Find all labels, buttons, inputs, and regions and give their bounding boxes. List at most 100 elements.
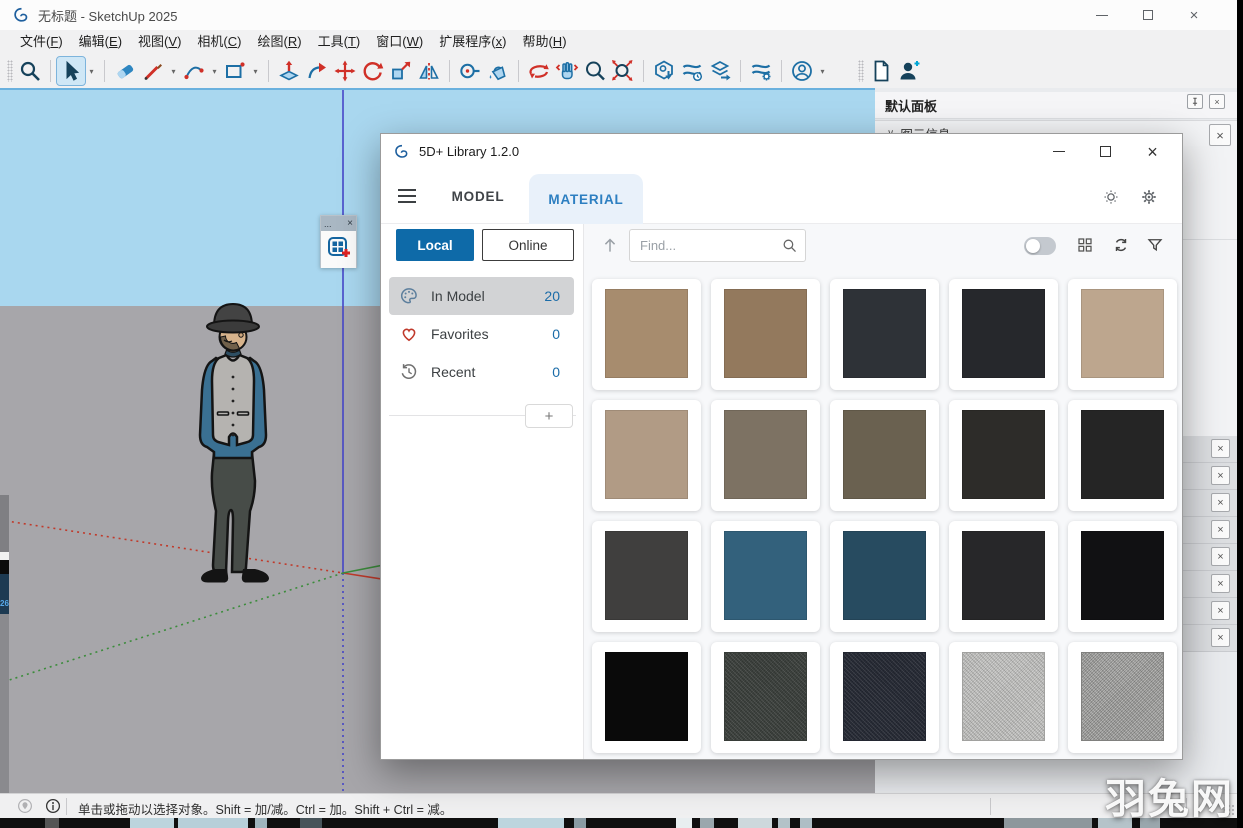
grid-view-icon[interactable]	[1076, 236, 1094, 254]
scale-tool-button[interactable]	[387, 57, 415, 85]
material-swatch-card[interactable]	[1068, 279, 1177, 390]
toolbar-grip[interactable]	[7, 60, 13, 82]
account-tool-button[interactable]	[788, 57, 816, 85]
arc-tool-button[interactable]	[180, 57, 208, 85]
filter-icon[interactable]	[1146, 236, 1164, 254]
mini-toolbar-close-icon[interactable]: ×	[347, 219, 353, 229]
new-document-tool-button[interactable]	[867, 57, 895, 85]
panel-close-button[interactable]: ×	[1211, 439, 1230, 458]
layers-share-tool-button[interactable]	[706, 57, 734, 85]
toolbar-grip[interactable]	[858, 60, 864, 82]
zoom-extents-tool-button[interactable]	[609, 57, 637, 85]
material-swatch-card[interactable]	[592, 279, 701, 390]
account-dropdown-caret[interactable]: ▾	[816, 58, 829, 84]
menu-item-x[interactable]: 扩展程序(x)	[431, 30, 514, 54]
rotate-tool-button[interactable]	[359, 57, 387, 85]
nav-in-model[interactable]: In Model20	[389, 277, 574, 315]
eraser-tool-button[interactable]	[111, 57, 139, 85]
tab-material[interactable]: MATERIAL	[529, 174, 643, 224]
menu-item-r[interactable]: 绘图(R)	[250, 30, 310, 54]
source-tab-local[interactable]: Local	[396, 229, 474, 261]
paint-bucket-tool-button[interactable]	[484, 57, 512, 85]
select-arrow-dropdown-caret[interactable]: ▾	[85, 58, 98, 84]
add-person-tool-button[interactable]	[895, 57, 923, 85]
geolocation-icon[interactable]	[16, 797, 34, 815]
material-swatch-card[interactable]	[1068, 642, 1177, 753]
tray-close-icon[interactable]: ×	[1209, 94, 1225, 109]
tape-measure-tool-button[interactable]	[456, 57, 484, 85]
scroll-up-icon[interactable]	[600, 235, 620, 255]
material-swatch-card[interactable]	[592, 400, 701, 511]
select-arrow-tool-button[interactable]	[57, 57, 85, 85]
material-swatch-card[interactable]	[592, 521, 701, 632]
menu-item-t[interactable]: 工具(T)	[310, 30, 369, 54]
material-swatch-card[interactable]	[711, 279, 820, 390]
menu-item-v[interactable]: 视图(V)	[130, 30, 189, 54]
menu-item-e[interactable]: 编辑(E)	[71, 30, 130, 54]
panel-close-button[interactable]: ×	[1211, 520, 1230, 539]
gear-icon[interactable]	[1140, 188, 1158, 206]
rectangle-tool-button[interactable]	[221, 57, 249, 85]
close-button[interactable]: ×	[1171, 0, 1217, 30]
material-swatch-card[interactable]	[1068, 521, 1177, 632]
material-swatch-card[interactable]	[592, 642, 701, 753]
menu-item-w[interactable]: 窗口(W)	[368, 30, 431, 54]
material-swatch-card[interactable]	[949, 521, 1058, 632]
pan-tool-button[interactable]	[553, 57, 581, 85]
orbit-tool-button[interactable]	[525, 57, 553, 85]
search-icon[interactable]	[781, 237, 798, 254]
dialog-minimize-button[interactable]	[1035, 134, 1082, 169]
pushpull-tool-button[interactable]	[275, 57, 303, 85]
refresh-icon[interactable]	[1112, 236, 1130, 254]
maximize-button[interactable]	[1125, 0, 1171, 30]
menu-item-c[interactable]: 相机(C)	[189, 30, 249, 54]
zoom-select-tool-button[interactable]	[16, 57, 44, 85]
pencil-tool-button[interactable]	[139, 57, 167, 85]
material-swatch-card[interactable]	[711, 400, 820, 511]
material-swatch-card[interactable]	[711, 642, 820, 753]
arc-dropdown-caret[interactable]: ▾	[208, 58, 221, 84]
nav-favorites[interactable]: Favorites0	[389, 315, 574, 353]
rectangle-dropdown-caret[interactable]: ▾	[249, 58, 262, 84]
material-swatch-card[interactable]	[949, 279, 1058, 390]
dialog-maximize-button[interactable]	[1082, 134, 1129, 169]
material-swatch-card[interactable]	[830, 279, 939, 390]
pencil-dropdown-caret[interactable]: ▾	[167, 58, 180, 84]
minimize-button[interactable]	[1079, 0, 1125, 30]
add-library-button[interactable]: +	[525, 404, 573, 428]
5d-library-button[interactable]	[325, 234, 352, 266]
warehouse-download-tool-button[interactable]	[650, 57, 678, 85]
mirror-tool-button[interactable]	[415, 57, 443, 85]
view-toggle-switch[interactable]	[1024, 237, 1056, 255]
search-input[interactable]	[630, 230, 805, 261]
material-swatch-card[interactable]	[1068, 400, 1177, 511]
panel-close-button[interactable]: ×	[1211, 466, 1230, 485]
panel-close-button[interactable]: ×	[1211, 628, 1230, 647]
material-swatch-card[interactable]	[830, 642, 939, 753]
material-swatch-card[interactable]	[949, 400, 1058, 511]
nav-recent[interactable]: Recent0	[389, 353, 574, 391]
panel-close-button[interactable]: ×	[1211, 574, 1230, 593]
menu-item-h[interactable]: 帮助(H)	[514, 30, 574, 54]
hamburger-menu-icon[interactable]	[398, 189, 416, 203]
tab-model[interactable]: MODEL	[433, 169, 523, 224]
menu-item-f[interactable]: 文件(F)	[12, 30, 71, 54]
material-swatch-card[interactable]	[830, 400, 939, 511]
source-tab-online[interactable]: Online	[482, 229, 574, 261]
panel-close-button[interactable]: ×	[1211, 601, 1230, 620]
extension-warehouse-tool-button[interactable]	[678, 57, 706, 85]
theme-brightness-icon[interactable]	[1102, 188, 1120, 206]
dialog-close-button[interactable]: ×	[1129, 134, 1176, 169]
panel-close-button[interactable]: ×	[1211, 547, 1230, 566]
move-tool-button[interactable]	[331, 57, 359, 85]
zoom-tool-button[interactable]	[581, 57, 609, 85]
panel-close-button[interactable]: ×	[1211, 493, 1230, 512]
followme-tool-button[interactable]	[303, 57, 331, 85]
material-swatch-card[interactable]	[949, 642, 1058, 753]
material-swatch-card[interactable]	[711, 521, 820, 632]
material-swatch-card[interactable]	[830, 521, 939, 632]
pin-icon[interactable]	[1187, 94, 1203, 109]
extension-settings-tool-button[interactable]	[747, 57, 775, 85]
entity-info-close-button[interactable]: ×	[1209, 124, 1231, 146]
mini-toolbar-titlebar[interactable]: ... ×	[321, 216, 356, 231]
